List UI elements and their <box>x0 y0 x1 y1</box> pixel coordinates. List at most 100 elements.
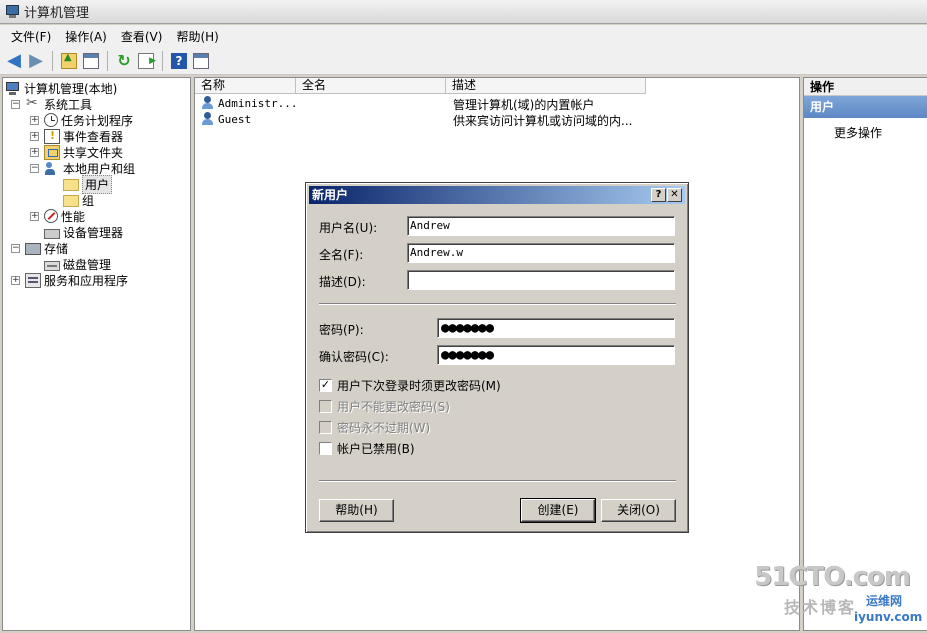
forward-arrow-icon: ▶ <box>29 49 43 71</box>
watermark-url: iyunv.com <box>854 610 923 624</box>
column-header-name[interactable]: 名称 <box>195 78 296 94</box>
tree-label: 计算机管理(本地) <box>24 81 118 96</box>
tree-item-task-scheduler[interactable]: + 任务计划程序 <box>30 112 133 128</box>
help-toolbar-button[interactable]: ? <box>169 51 189 71</box>
tree-label: 性能 <box>61 209 86 224</box>
watermark-brand: 运维网 <box>866 594 903 608</box>
expand-toggle[interactable]: + <box>11 275 20 285</box>
menu-view[interactable]: 查看(V) <box>114 28 170 45</box>
expand-toggle[interactable]: + <box>30 131 39 141</box>
toolbar-separator <box>107 50 108 71</box>
column-header-fullname[interactable]: 全名 <box>296 78 446 94</box>
forward-button[interactable]: ▶ <box>26 51 46 71</box>
table-row[interactable]: Guest 供来宾访问计算机或访问域的内... <box>195 111 795 128</box>
event-log-icon <box>44 128 60 144</box>
username-label: 用户名(U): <box>319 221 378 235</box>
tree-label: 服务和应用程序 <box>44 273 129 288</box>
up-folder-icon <box>61 52 77 69</box>
tree-label: 组 <box>82 193 95 208</box>
checkbox-disabled <box>319 399 332 413</box>
show-console-tree-button[interactable] <box>81 51 101 71</box>
confirm-password-field[interactable]: ●●●●●●● <box>437 345 675 365</box>
menu-help[interactable]: 帮助(H) <box>169 28 225 45</box>
user-name: Administr... <box>218 96 298 110</box>
tree-item-storage[interactable]: − 存储 <box>11 240 68 256</box>
tree-label: 任务计划程序 <box>61 113 134 128</box>
computer-icon <box>5 81 21 96</box>
checkbox-must-change-password[interactable]: ✓ 用户下次登录时须更改密码(M) <box>319 377 501 393</box>
confirm-password-label: 确认密码(C): <box>319 350 389 364</box>
checkbox-label: 帐户已禁用(B) <box>337 441 415 456</box>
computer-management-icon <box>4 4 20 19</box>
checkbox-account-disabled[interactable]: 帐户已禁用(B) <box>319 440 415 456</box>
tree-item-services-apps[interactable]: + 服务和应用程序 <box>11 272 128 288</box>
user-account-icon <box>201 112 215 126</box>
back-arrow-icon: ◀ <box>7 49 21 71</box>
folder-icon <box>63 179 79 191</box>
tree-item-device-manager[interactable]: 设备管理器 <box>44 224 123 240</box>
expand-toggle[interactable]: + <box>30 147 39 157</box>
fullname-label: 全名(F): <box>319 248 364 262</box>
fullname-field[interactable]: Andrew.w <box>407 243 675 263</box>
username-field[interactable]: Andrew <box>407 216 675 236</box>
show-action-pane-button[interactable] <box>191 51 211 71</box>
performance-icon <box>44 209 58 223</box>
checkbox-checked[interactable]: ✓ <box>319 378 332 392</box>
expand-toggle[interactable]: + <box>30 211 39 221</box>
column-header-description[interactable]: 描述 <box>446 78 646 94</box>
console-tree-icon <box>83 52 99 69</box>
window-titlebar: 计算机管理 <box>0 0 927 24</box>
menu-bar: 文件(F) 操作(A) 查看(V) 帮助(H) <box>0 25 927 47</box>
password-field[interactable]: ●●●●●●● <box>437 318 675 338</box>
folder-icon <box>63 195 79 207</box>
back-button[interactable]: ◀ <box>4 51 24 71</box>
watermark-logo: 51CTO.com 技术博客 运维网 iyunv.com <box>754 562 924 630</box>
disk-icon <box>44 260 60 271</box>
console-tree: 计算机管理(本地) − 系统工具 + 任务计划程序 + 事件查看器 + 共享文件… <box>2 77 191 631</box>
checkbox-cannot-change-password: 用户不能更改密码(S) <box>319 398 450 414</box>
password-label: 密码(P): <box>319 323 364 337</box>
checkbox-password-never-expires: 密码永不过期(W) <box>319 419 430 435</box>
help-button[interactable]: 帮助(H) <box>319 499 394 522</box>
dialog-help-button[interactable]: ? <box>651 188 666 202</box>
tree-item-shared-folders[interactable]: + 共享文件夹 <box>30 144 123 160</box>
tree-item-users[interactable]: 用户 <box>63 174 113 194</box>
services-icon <box>25 272 41 288</box>
tree-item-root[interactable]: 计算机管理(本地) <box>5 80 117 96</box>
actions-section-users[interactable]: 用户 <box>804 96 927 118</box>
export-icon <box>138 52 156 69</box>
tree-label: 系统工具 <box>44 97 93 112</box>
toolbar-separator <box>52 50 53 71</box>
table-row[interactable]: Administr... 管理计算机(域)的内置帐户 <box>195 95 795 112</box>
tree-item-performance[interactable]: + 性能 <box>30 208 85 224</box>
checkbox-unchecked[interactable] <box>319 441 332 455</box>
menu-action[interactable]: 操作(A) <box>58 28 114 45</box>
help-icon: ? <box>171 52 187 69</box>
actions-header: 操作 <box>804 78 927 96</box>
collapse-toggle[interactable]: − <box>11 99 20 109</box>
tree-label: 设备管理器 <box>63 225 124 240</box>
export-list-button[interactable] <box>136 51 156 71</box>
expand-toggle[interactable]: + <box>30 115 39 125</box>
refresh-button[interactable]: ↻ <box>114 51 134 71</box>
menu-file[interactable]: 文件(F) <box>4 28 58 45</box>
tree-item-event-viewer[interactable]: + 事件查看器 <box>30 128 123 144</box>
dialog-close-x-button[interactable]: ✕ <box>667 188 682 202</box>
tree-item-disk-management[interactable]: 磁盘管理 <box>44 256 111 272</box>
tree-item-system-tools[interactable]: − 系统工具 <box>11 95 93 112</box>
clock-icon <box>44 113 58 127</box>
checkbox-label: 密码永不过期(W) <box>337 420 431 435</box>
storage-icon <box>25 243 41 255</box>
description-field[interactable] <box>407 270 675 290</box>
up-level-button[interactable] <box>59 51 79 71</box>
collapse-toggle[interactable]: − <box>30 163 39 173</box>
close-button[interactable]: 关闭(O) <box>601 499 676 522</box>
collapse-toggle[interactable]: − <box>11 243 20 253</box>
tree-label: 磁盘管理 <box>63 257 112 272</box>
dialog-titlebar: 新用户 ? ✕ <box>309 186 685 204</box>
dialog-separator <box>319 303 676 305</box>
tree-item-groups[interactable]: 组 <box>63 192 94 208</box>
more-actions-link[interactable]: 更多操作 <box>804 124 927 141</box>
create-button[interactable]: 创建(E) <box>520 498 596 523</box>
description-label: 描述(D): <box>319 275 366 289</box>
